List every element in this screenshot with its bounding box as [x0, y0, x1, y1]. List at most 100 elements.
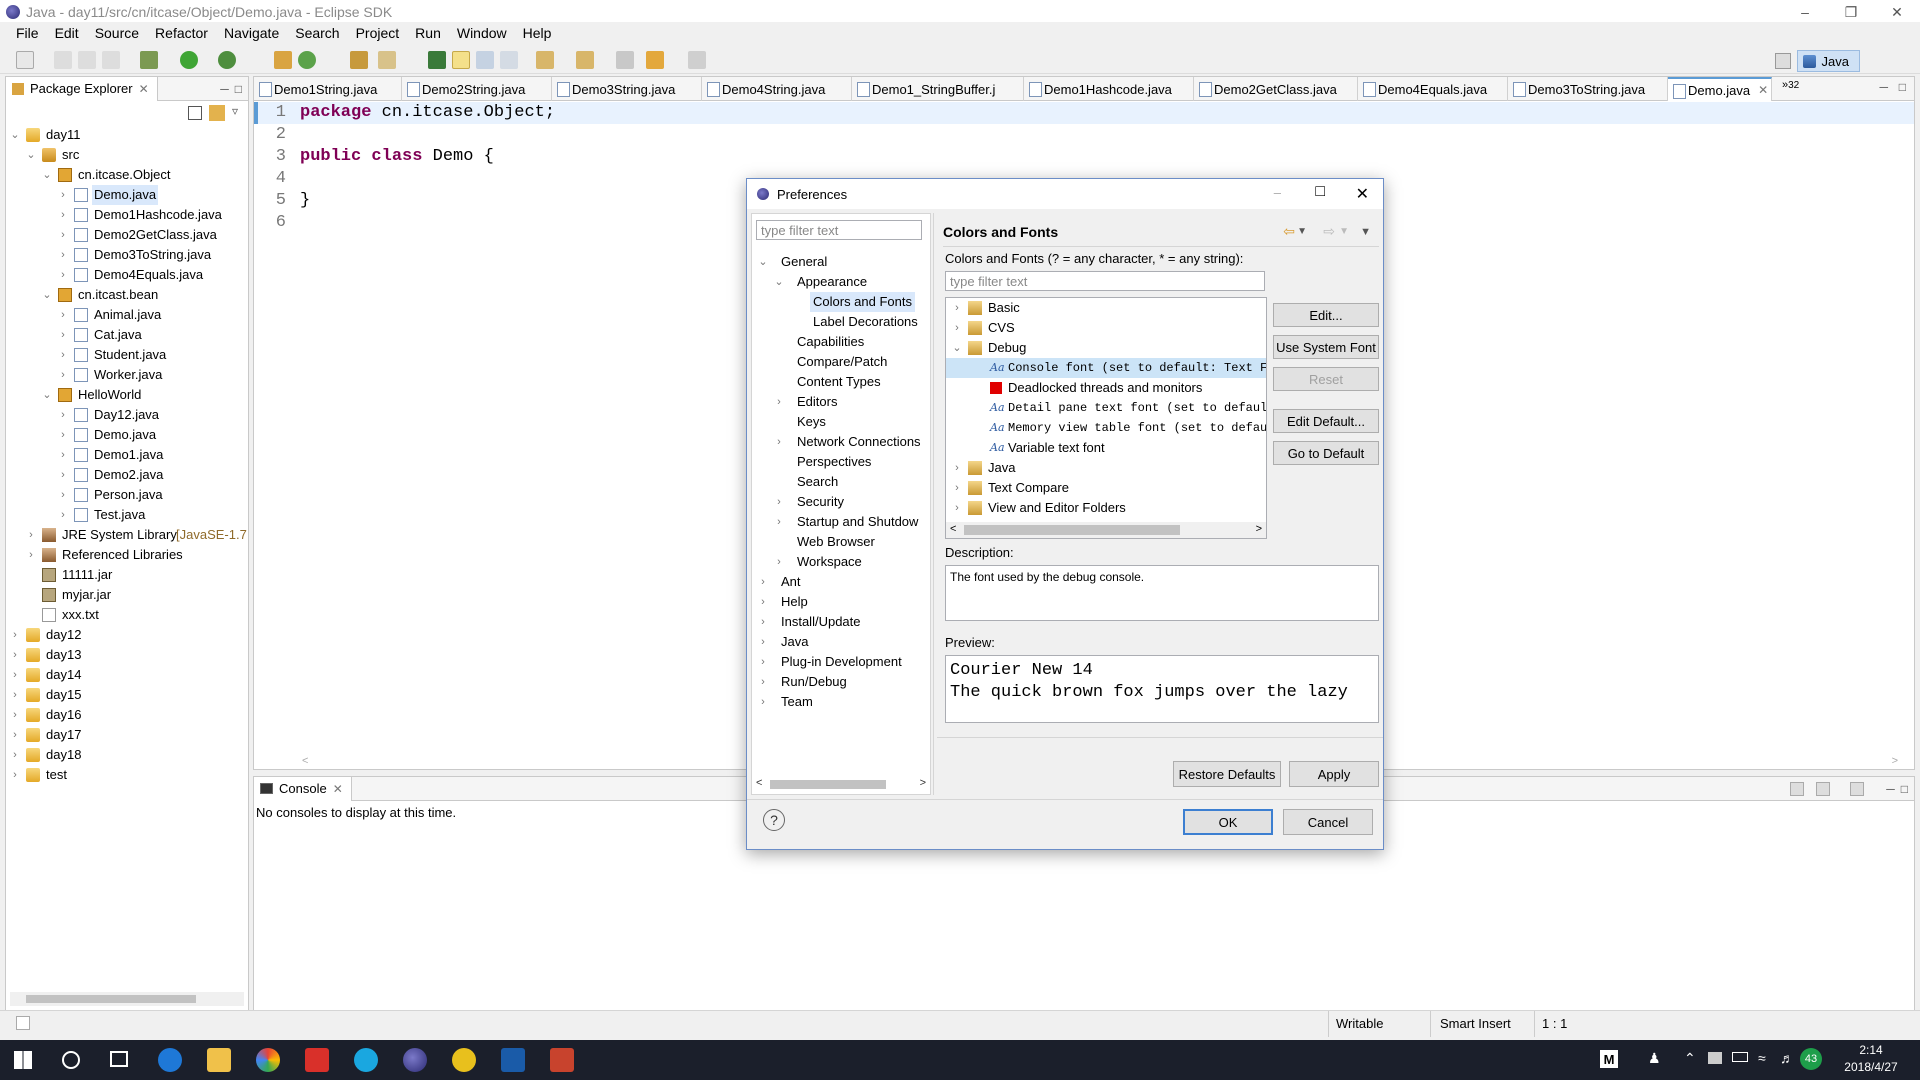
menu-source[interactable]: Source: [87, 25, 147, 41]
tree-item[interactable]: › Demo1Hashcode.java: [6, 205, 248, 225]
tree-item[interactable]: › day17: [6, 725, 248, 745]
dialog-minimize-icon[interactable]: –: [1274, 185, 1281, 200]
pref-nav-item[interactable]: Web Browser: [752, 532, 930, 552]
link-with-editor-icon[interactable]: [209, 105, 225, 121]
tree-item[interactable]: › day13: [6, 645, 248, 665]
maximize-console-icon[interactable]: □: [1901, 782, 1908, 796]
expanded-arrow-icon[interactable]: ⌄: [774, 272, 784, 292]
clock[interactable]: 2:14 2018/4/27: [1836, 1042, 1906, 1076]
collapsed-arrow-icon[interactable]: ›: [58, 185, 68, 205]
wifi-icon[interactable]: ≈: [1758, 1050, 1766, 1066]
debug-icon[interactable]: [140, 51, 158, 69]
pref-nav-item[interactable]: Capabilities: [752, 332, 930, 352]
console-tab[interactable]: Console ✕: [254, 776, 352, 801]
colors-fonts-item[interactable]: › Basic: [946, 298, 1266, 318]
last-edit-icon[interactable]: [616, 51, 634, 69]
editor-tab[interactable]: Demo1String.java: [254, 77, 402, 101]
pref-nav-item[interactable]: Perspectives: [752, 452, 930, 472]
print-icon[interactable]: [102, 51, 120, 69]
scrollbar-thumb[interactable]: [26, 995, 196, 1003]
show-hidden-icons[interactable]: ⌃: [1684, 1050, 1696, 1067]
collapsed-arrow-icon[interactable]: ›: [58, 445, 68, 465]
close-view-icon[interactable]: ✕: [139, 82, 149, 96]
file-explorer-icon[interactable]: [207, 1048, 231, 1072]
collapsed-arrow-icon[interactable]: ›: [26, 525, 36, 545]
tree-item[interactable]: › day14: [6, 665, 248, 685]
collapsed-arrow-icon[interactable]: ›: [10, 765, 20, 785]
collapsed-arrow-icon[interactable]: ›: [58, 465, 68, 485]
pref-nav-item[interactable]: Label Decorations: [752, 312, 930, 332]
pref-nav-item[interactable]: Content Types: [752, 372, 930, 392]
tree-item[interactable]: › Animal.java: [6, 305, 248, 325]
tree-item[interactable]: › Test.java: [6, 505, 248, 525]
tree-item[interactable]: › Demo.java: [6, 425, 248, 445]
page-back-icon[interactable]: ⇦: [1283, 223, 1295, 240]
collapsed-arrow-icon[interactable]: ›: [58, 245, 68, 265]
tree-item[interactable]: › Demo1.java: [6, 445, 248, 465]
pin-console-icon[interactable]: [1790, 781, 1805, 796]
tree-scrollbar-thumb[interactable]: [964, 525, 1180, 535]
tree-item[interactable]: › Person.java: [6, 485, 248, 505]
qq-icon[interactable]: [354, 1048, 378, 1072]
page-menu-icon[interactable]: ▼: [1360, 226, 1371, 238]
chrome-icon[interactable]: [256, 1048, 280, 1072]
save-icon[interactable]: [54, 51, 72, 69]
collapsed-arrow-icon[interactable]: ›: [58, 225, 68, 245]
prev-edit-icon[interactable]: [576, 51, 594, 69]
pref-nav-item[interactable]: › Help: [752, 592, 930, 612]
menu-refactor[interactable]: Refactor: [147, 25, 216, 41]
pref-nav-item[interactable]: Keys: [752, 412, 930, 432]
restore-icon[interactable]: ❐: [1828, 0, 1874, 24]
collapsed-arrow-icon[interactable]: ›: [58, 265, 68, 285]
collapsed-arrow-icon[interactable]: ›: [774, 392, 784, 412]
collapsed-arrow-icon[interactable]: ›: [774, 492, 784, 512]
tree-item[interactable]: › test: [6, 765, 248, 785]
new-class-icon[interactable]: [298, 51, 316, 69]
menu-run[interactable]: Run: [407, 25, 449, 41]
help-icon[interactable]: ?: [763, 809, 785, 831]
page-forward-icon[interactable]: ⇨: [1323, 223, 1335, 240]
menu-edit[interactable]: Edit: [47, 25, 87, 41]
collapsed-arrow-icon[interactable]: ›: [774, 552, 784, 572]
block-selection-icon[interactable]: [476, 51, 494, 69]
nav-horizontal-scrollbar[interactable]: < >: [756, 776, 926, 792]
reset-button[interactable]: Reset: [1273, 367, 1379, 391]
restore-defaults-button[interactable]: Restore Defaults: [1173, 761, 1281, 787]
pref-nav-item[interactable]: Compare/Patch: [752, 352, 930, 372]
pref-nav-item[interactable]: Colors and Fonts: [752, 292, 930, 312]
battery-icon[interactable]: [1732, 1052, 1748, 1062]
save-all-icon[interactable]: [78, 51, 96, 69]
colors-fonts-item[interactable]: Deadlocked threads and monitors: [946, 378, 1266, 398]
next-annotation-icon[interactable]: [428, 51, 446, 69]
collapse-all-icon[interactable]: [188, 106, 202, 120]
edit-button[interactable]: Edit...: [1273, 303, 1379, 327]
expanded-arrow-icon[interactable]: ⌄: [42, 285, 52, 305]
pref-nav-item[interactable]: › Workspace: [752, 552, 930, 572]
fast-view-icon[interactable]: [16, 1016, 30, 1030]
person-tray-icon[interactable]: ♟: [1648, 1050, 1661, 1067]
ok-button[interactable]: OK: [1183, 809, 1273, 835]
open-type-icon[interactable]: [350, 51, 368, 69]
tab-overflow[interactable]: »32: [1782, 79, 1799, 91]
pref-nav-item[interactable]: › Network Connections: [752, 432, 930, 452]
editor-tab[interactable]: Demo3String.java: [552, 77, 702, 101]
go-to-default-button[interactable]: Go to Default: [1273, 441, 1379, 465]
task-view-icon[interactable]: [110, 1051, 128, 1067]
pref-nav-item[interactable]: › Plug-in Development: [752, 652, 930, 672]
pref-nav-item[interactable]: › Editors: [752, 392, 930, 412]
collapsed-arrow-icon[interactable]: ›: [952, 318, 962, 338]
nav-filter-input[interactable]: type filter text: [756, 220, 922, 240]
vertical-scrollbar[interactable]: [1901, 107, 1911, 747]
page-back-menu-icon[interactable]: ▼: [1297, 226, 1307, 237]
view-menu-icon[interactable]: ▿: [232, 104, 238, 118]
windows-start-icon[interactable]: [14, 1051, 32, 1069]
tree-item[interactable]: › Student.java: [6, 345, 248, 365]
search-tool-icon[interactable]: [378, 51, 396, 69]
cancel-button[interactable]: Cancel: [1283, 809, 1373, 835]
pref-nav-item[interactable]: Search: [752, 472, 930, 492]
collapsed-arrow-icon[interactable]: ›: [58, 405, 68, 425]
close-tab-icon[interactable]: ✕: [1758, 83, 1768, 97]
package-explorer-tab[interactable]: Package Explorer ✕: [6, 76, 158, 101]
collapsed-arrow-icon[interactable]: ›: [26, 545, 36, 565]
tree-item[interactable]: › day12: [6, 625, 248, 645]
